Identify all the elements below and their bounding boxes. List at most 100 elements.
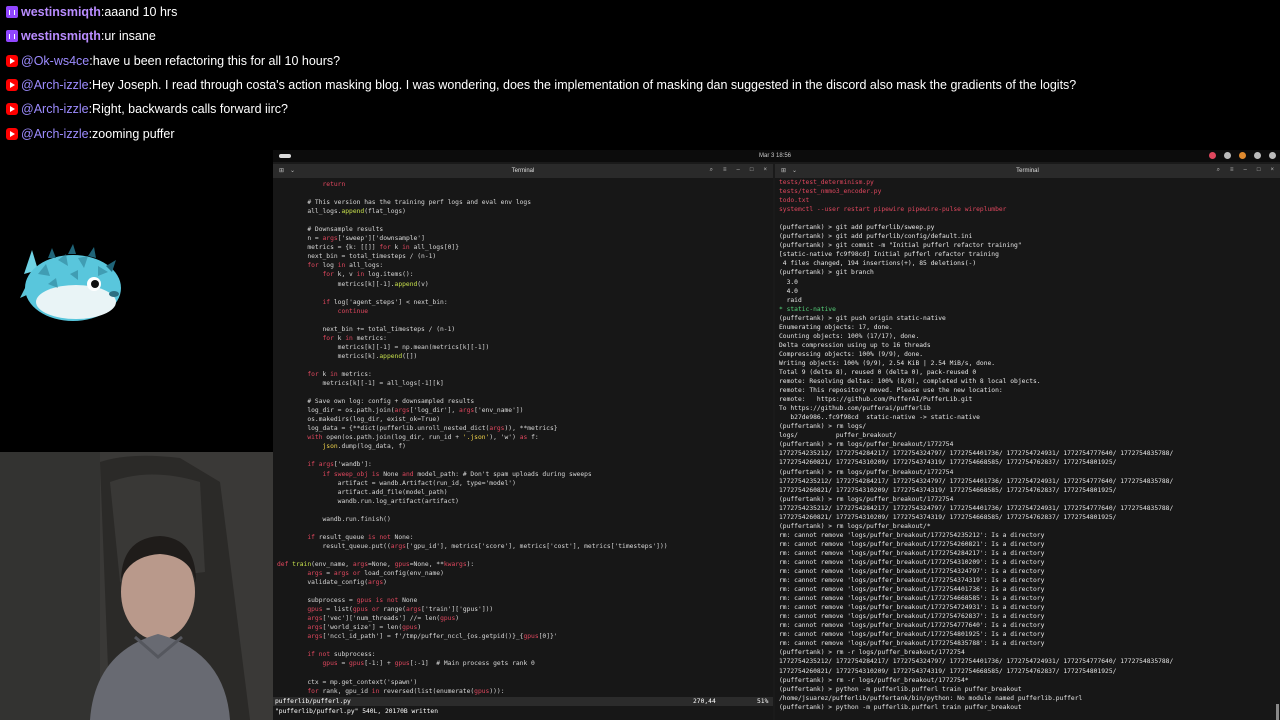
shell-line: remote: Resolving deltas: 100% (8/8), co…	[779, 378, 1041, 386]
shell-line: Compressing objects: 100% (9/9), done.	[779, 350, 924, 358]
shell-line: (puffertank) > rm logs/puffer_breakout/1…	[779, 468, 954, 476]
chat-message: @Arch-izzle: Hey Joseph. I read through …	[0, 73, 1280, 97]
minimize-icon[interactable]: –	[1244, 167, 1247, 174]
chat-text: have u been refactoring this for all 10 …	[92, 53, 341, 68]
chat-username: @Arch-izzle	[21, 102, 89, 117]
shell-line: (puffertank) > rm logs/	[779, 423, 867, 431]
youtube-icon	[6, 127, 18, 140]
chat-message: westinsmiqth: ur insane	[0, 24, 1280, 48]
pufferfish-mascot-icon	[20, 244, 121, 321]
shell-line: tests/test_determinism.py	[779, 179, 874, 186]
menu-icon[interactable]: ≡	[723, 167, 727, 174]
system-tray[interactable]	[1209, 152, 1276, 159]
network-icon	[1209, 152, 1216, 159]
shell-line: Enumerating objects: 17, done.	[779, 323, 893, 331]
shell-line: todo.txt	[779, 197, 810, 205]
close-icon[interactable]: ×	[1270, 167, 1274, 174]
chat-username: @Ok-ws4ce	[21, 53, 90, 68]
shell-line: 4 files changed, 194 insertions(+), 85 d…	[779, 260, 977, 268]
terminal-window-right[interactable]: ⊞ ⌄ Terminal ⌕ ≡ – □ × tests/test_determinism…	[775, 164, 1280, 720]
shell-line: rm: cannot remove 'logs/puffer_breakout/…	[779, 595, 1045, 603]
status-cursor-position: 270,44	[693, 698, 716, 705]
minimize-icon[interactable]: –	[737, 167, 740, 174]
chat-text: Right, backwards calls forward iirc?	[92, 102, 288, 117]
activities-button[interactable]	[279, 154, 291, 158]
status-filename: pufferlib/pufferl.py	[275, 698, 351, 705]
vim-cmdline: "pufferlib/pufferl.py" 540L, 20170B writ…	[275, 708, 439, 715]
terminal-window-left[interactable]: ⊞ ⌄ Terminal ⌕ ≡ – □ × return # This version …	[273, 164, 773, 720]
shell-line: rm: cannot remove 'logs/puffer_breakout/…	[779, 640, 1045, 648]
shell-line: remote: https://github.com/PufferAI/Puff…	[779, 396, 973, 404]
desktop: Mar 3 18:56 ⊞ ⌄ Terminal ⌕ ≡ – □ × return # T…	[273, 150, 1280, 720]
shell-line: (puffertank) > git add pufferlib/sweep.p…	[779, 224, 935, 232]
chat-text: aaand 10 hrs	[104, 5, 178, 20]
shell-line: Total 9 (delta 8), reused 0 (delta 0), p…	[779, 368, 977, 376]
shell-line: To https://github.com/pufferai/pufferlib	[779, 405, 931, 413]
chat-username: @Arch-izzle	[21, 126, 89, 141]
shell-line: rm: cannot remove 'logs/puffer_breakout/…	[779, 613, 1045, 621]
dropdown-icon[interactable]: ⌄	[290, 167, 295, 174]
shell-line: 1772754260821/ 1772754310209/ 1772754374…	[779, 486, 1117, 494]
shell-line: (puffertank) > rm logs/puffer_breakout/1…	[779, 495, 954, 503]
shell-line: rm: cannot remove 'logs/puffer_breakout/…	[779, 568, 1045, 576]
shell-line: 1772754235212/ 1772754284217/ 1772754324…	[779, 450, 1174, 458]
chat-message: @Ok-ws4ce: have u been refactoring this …	[0, 49, 1280, 73]
webcam-feed	[0, 452, 273, 720]
shell-line: (puffertank) > git push origin static-na…	[779, 314, 946, 322]
terminal-titlebar: ⊞ ⌄ Terminal ⌕ ≡ – □ ×	[273, 164, 773, 178]
menu-icon[interactable]: ≡	[1230, 167, 1234, 174]
close-icon[interactable]: ×	[763, 167, 767, 174]
terminal-title: Terminal	[1016, 168, 1039, 174]
shell-line: (puffertank) > rm -r logs/puffer_breakou…	[779, 649, 965, 657]
chat-message: westinsmiqth: aaand 10 hrs	[0, 0, 1280, 24]
shell-line: Writing objects: 100% (9/9), 2.54 KiB | …	[779, 359, 996, 367]
youtube-icon	[6, 79, 18, 92]
shell-line: Counting objects: 100% (17/17), done.	[779, 332, 920, 340]
shell-line: rm: cannot remove 'logs/puffer_breakout/…	[779, 549, 1045, 557]
shell-line: 1772754260821/ 1772754310209/ 1772754374…	[779, 667, 1117, 675]
new-tab-icon[interactable]: ⊞	[279, 167, 284, 174]
shell-line: rm: cannot remove 'logs/puffer_breakout/…	[779, 622, 1045, 630]
display-icon	[1224, 152, 1231, 159]
shell-line: (puffertank) > python -m pufferlib.puffe…	[779, 703, 1022, 711]
dropdown-icon[interactable]: ⌄	[792, 167, 797, 174]
shell-line: 1772754260821/ 1772754310209/ 1772754374…	[779, 513, 1117, 521]
terminal-scrollbar[interactable]	[1276, 704, 1279, 720]
shell-line: (puffertank) > rm -r logs/puffer_breakou…	[779, 676, 969, 684]
twitch-icon	[6, 30, 18, 43]
search-icon[interactable]: ⌕	[710, 167, 713, 174]
shell-line: rm: cannot remove 'logs/puffer_breakout/…	[779, 631, 1045, 639]
topbar-clock[interactable]: Mar 3 18:56	[759, 153, 791, 159]
maximize-icon[interactable]: □	[750, 167, 754, 174]
shell-line: logs/ puffer_breakout/	[779, 432, 897, 440]
shell-line: (puffertank) > rm logs/puffer_breakout/1…	[779, 441, 954, 449]
shell-line: rm: cannot remove 'logs/puffer_breakout/…	[779, 531, 1045, 539]
shell-line: /home/jsuarez/pufferlib/puffertank/bin/p…	[779, 694, 1083, 702]
code-editor[interactable]: return # This version has the training p…	[273, 178, 773, 696]
search-icon[interactable]: ⌕	[1217, 167, 1220, 174]
chat-username: @Arch-izzle	[21, 78, 89, 93]
battery-icon	[1254, 152, 1261, 159]
chat-username: westinsmiqth	[21, 5, 101, 20]
shell-output[interactable]: tests/test_determinism.py tests/test_nmmo…	[775, 178, 1280, 712]
shell-line: b27de986..fc9f98cd static-native -> stat…	[779, 414, 980, 422]
maximize-icon[interactable]: □	[1257, 167, 1261, 174]
vim-statusbar: pufferlib/pufferl.py 270,44 51%	[273, 697, 773, 706]
shell-line: 4.0	[779, 287, 798, 295]
shell-line: (puffertank) > rm logs/puffer_breakout/*	[779, 522, 931, 530]
shell-line: 1772754235212/ 1772754284217/ 1772754324…	[779, 477, 1174, 485]
shell-line: systemctl --user restart pipewire pipewi…	[779, 206, 1007, 214]
shell-line: raid	[779, 296, 802, 304]
twitch-icon	[6, 6, 18, 19]
chat-overlay: westinsmiqth: aaand 10 hrs westinsmiqth: …	[0, 0, 1280, 146]
terminal-title: Terminal	[511, 168, 535, 174]
shell-line: (puffertank) > git add pufferlib/config/…	[779, 233, 973, 241]
shell-line: (puffertank) > python -m pufferlib.puffe…	[779, 685, 1022, 693]
new-tab-icon[interactable]: ⊞	[781, 167, 786, 174]
shell-line: rm: cannot remove 'logs/puffer_breakout/…	[779, 604, 1045, 612]
youtube-icon	[6, 103, 18, 116]
system-topbar: Mar 3 18:56	[273, 150, 1280, 162]
youtube-icon	[6, 54, 18, 67]
chat-message: @Arch-izzle: Right, backwards calls forw…	[0, 97, 1280, 121]
shell-line: rm: cannot remove 'logs/puffer_breakout/…	[779, 540, 1045, 548]
